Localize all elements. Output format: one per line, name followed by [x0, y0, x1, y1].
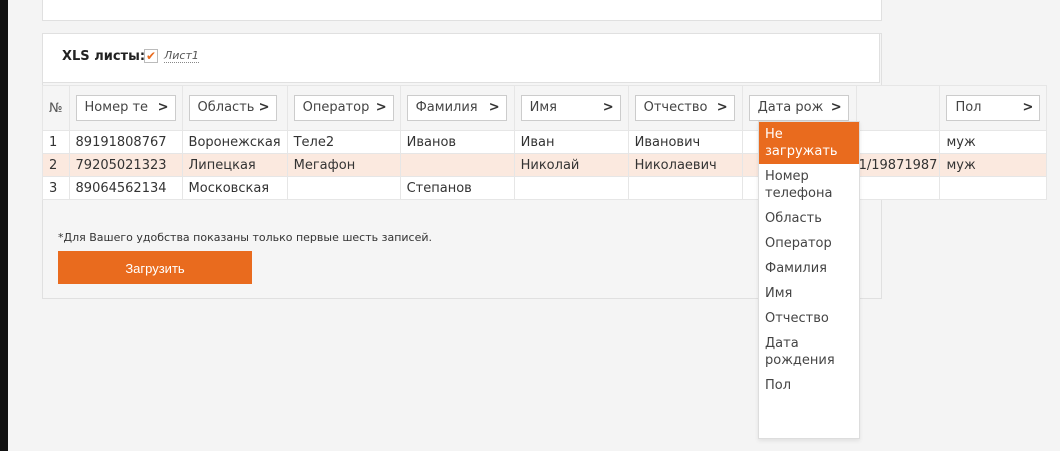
- table-cell: муж: [939, 153, 1048, 177]
- column-header-gender: Пол >: [939, 85, 1048, 131]
- table-row: 3 89064562134 Московская Степанов: [42, 176, 1048, 200]
- window-edge: [0, 0, 8, 451]
- chevron-right-icon: >: [375, 100, 387, 115]
- column-select-birthdate[interactable]: Дата рож >: [748, 95, 849, 121]
- column-select-label: Область: [197, 100, 255, 115]
- table-cell: Московская: [181, 176, 288, 200]
- dropdown-option-operator[interactable]: Оператор: [759, 231, 859, 256]
- upload-button[interactable]: Загрузить: [58, 251, 252, 284]
- column-header-name: Имя >: [513, 85, 629, 131]
- column-header-empty: [855, 85, 941, 131]
- chevron-right-icon: >: [258, 100, 270, 115]
- table-cell: Липецкая: [181, 153, 288, 177]
- table-cell: 89191808767: [68, 130, 183, 154]
- dropdown-option-patronymic[interactable]: Отчество: [759, 306, 859, 331]
- column-select-patronymic[interactable]: Отчество >: [634, 95, 735, 121]
- dropdown-option-region[interactable]: Область: [759, 206, 859, 231]
- column-select-label: Оператор: [302, 100, 370, 115]
- chevron-right-icon: >: [830, 100, 842, 115]
- chevron-right-icon: >: [602, 100, 614, 115]
- sheet-name-link[interactable]: Лист1: [164, 49, 199, 63]
- column-select-label: Пол: [955, 100, 982, 115]
- table-cell: [513, 176, 629, 200]
- table-cell: Иван: [513, 130, 629, 154]
- header-row: № Номер те > Область > Оператор > Фамилия > …: [42, 85, 1048, 131]
- column-select-label: Дата рож: [757, 100, 824, 115]
- sheets-row: XLS листы: ✔ Лист1: [42, 33, 880, 83]
- table-cell: [399, 153, 515, 177]
- table-cell: Иванов: [399, 130, 515, 154]
- dropdown-option-phone[interactable]: Номер телефона: [759, 164, 859, 206]
- column-header-phone: Номер те >: [68, 85, 183, 131]
- column-header-region: Область >: [181, 85, 288, 131]
- table-row: 2 79205021323 Липецкая Мегафон Николай Н…: [42, 153, 1048, 177]
- table-cell: [939, 176, 1048, 200]
- table-cell: муж: [939, 130, 1048, 154]
- column-select-phone[interactable]: Номер те >: [75, 95, 176, 121]
- chevron-right-icon: >: [488, 100, 500, 115]
- sheets-label: XLS листы:: [62, 49, 146, 64]
- dropdown-option-birthdate[interactable]: Дата рождения: [759, 331, 859, 373]
- table-cell: Иванович: [627, 130, 743, 154]
- dropdown-option-name[interactable]: Имя: [759, 281, 859, 306]
- table-cell: 1: [42, 130, 70, 154]
- column-select-label: Фамилия: [415, 100, 478, 115]
- table-cell: Степанов: [399, 176, 515, 200]
- chevron-right-icon: >: [157, 100, 169, 115]
- table-cell: 3: [42, 176, 70, 200]
- table-cell: 89064562134: [68, 176, 183, 200]
- table-cell: Мегафон: [286, 153, 401, 177]
- dropdown-option-gender[interactable]: Пол: [759, 373, 859, 398]
- column-header-surname: Фамилия >: [399, 85, 515, 131]
- chevron-right-icon: >: [1022, 100, 1034, 115]
- chevron-right-icon: >: [716, 100, 728, 115]
- number-column-header: №: [42, 85, 70, 131]
- column-dropdown: Не загружать Номер телефона Область Опер…: [758, 121, 860, 439]
- table-cell: Теле2: [286, 130, 401, 154]
- top-card: [42, 0, 882, 21]
- column-select-region[interactable]: Область >: [188, 95, 277, 121]
- table-cell: [855, 176, 941, 200]
- records-note: *Для Вашего удобства показаны только пер…: [58, 231, 432, 244]
- column-select-name[interactable]: Имя >: [520, 95, 621, 121]
- column-select-surname[interactable]: Фамилия >: [406, 95, 507, 121]
- dropdown-option-skip[interactable]: Не загружать: [759, 122, 859, 164]
- table-cell: 79205021323: [68, 153, 183, 177]
- column-select-gender[interactable]: Пол >: [946, 95, 1041, 121]
- table-row: 1 89191808767 Воронежская Теле2 Иванов И…: [42, 130, 1048, 154]
- table-cell: 2: [42, 153, 70, 177]
- column-select-label: Имя: [529, 100, 557, 115]
- column-select-operator[interactable]: Оператор >: [293, 95, 394, 121]
- column-select-label: Отчество: [643, 100, 708, 115]
- column-header-operator: Оператор >: [286, 85, 401, 131]
- sheet-checkbox[interactable]: ✔: [144, 49, 158, 63]
- table-cell: Николай: [513, 153, 629, 177]
- table-cell: [286, 176, 401, 200]
- column-header-patronymic: Отчество >: [627, 85, 743, 131]
- dropdown-option-surname[interactable]: Фамилия: [759, 256, 859, 281]
- table-cell: 1/19871987: [855, 153, 941, 177]
- table-cell: [855, 130, 941, 154]
- data-table: № Номер те > Область > Оператор > Фамилия > …: [42, 85, 1048, 200]
- table-cell: Николаевич: [627, 153, 743, 177]
- table-cell: Воронежская: [181, 130, 288, 154]
- table-cell: [627, 176, 743, 200]
- column-select-label: Номер те: [84, 100, 149, 115]
